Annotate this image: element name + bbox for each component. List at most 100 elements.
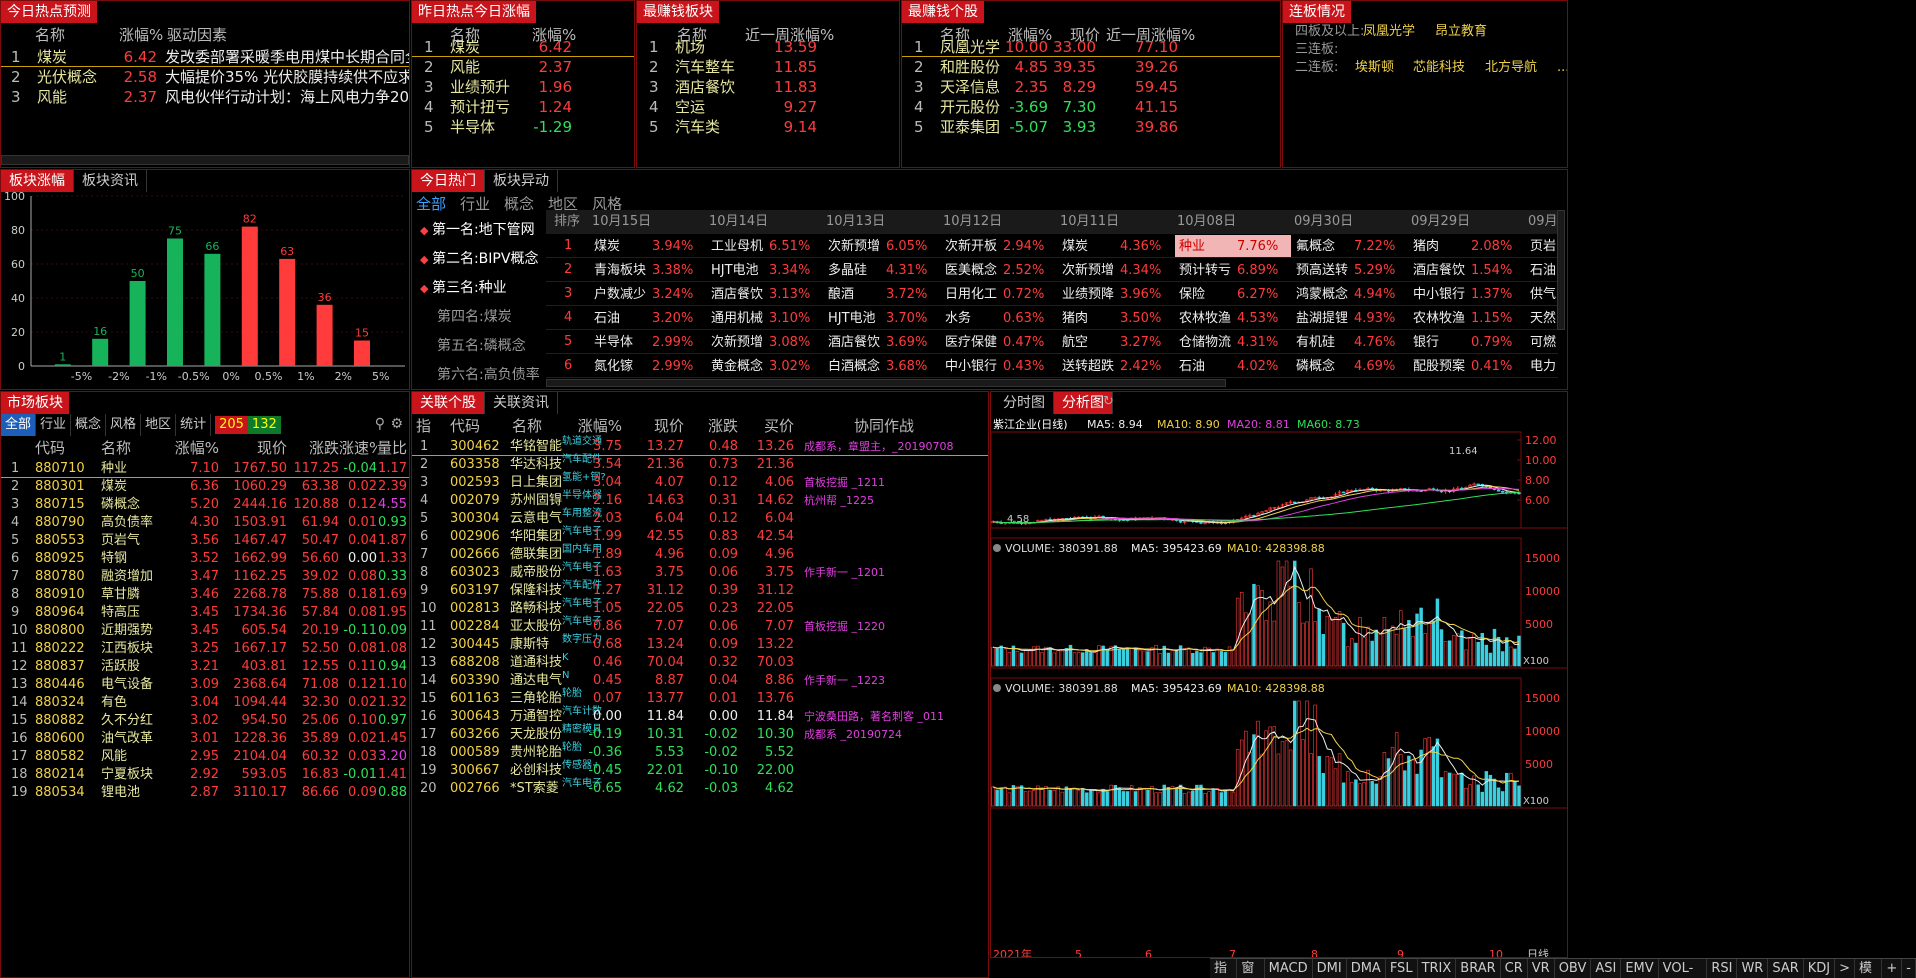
tab-sector-move[interactable]: 板块异动 — [485, 170, 558, 192]
list-item[interactable]: 1 凤凰光学 10.00 33.00 77.10 — [902, 37, 1280, 57]
list-item[interactable]: 2 光伏概念 2.58 大幅提价35% 光伏胶膜持续供不应求 — [1, 67, 409, 87]
indicator-tab[interactable]: - — [1902, 959, 1916, 978]
col-rank[interactable]: 排序 — [554, 210, 580, 234]
hot-cell[interactable]: 中小银行 1.37% — [1409, 283, 1525, 305]
list-item[interactable]: 5 半导体 -1.29 — [412, 117, 634, 137]
hot-cell[interactable]: 有机硅 4.76% — [1292, 331, 1408, 353]
indicator-tab[interactable]: + — [1882, 959, 1903, 978]
hot-cell[interactable]: HJT电池 3.70% — [824, 307, 940, 329]
col-index[interactable]: 指 — [416, 414, 431, 438]
tab-3[interactable]: 风格 — [106, 414, 142, 436]
indicator-tab[interactable]: 窗口 — [1237, 959, 1265, 978]
table-row[interactable]: 19 880534 锂电池 2.87 3110.17 86.66 0.09 0.88 — [1, 784, 409, 802]
tab-0[interactable]: 全部 — [1, 414, 37, 436]
tab-related-stocks[interactable]: 关联个股 — [412, 392, 485, 414]
indicator-tab[interactable]: BRAR — [1456, 959, 1501, 978]
hot-cell[interactable]: 通用机械 3.10% — [707, 307, 823, 329]
hot-cell[interactable]: 次新预增 4.34% — [1058, 259, 1174, 281]
col-price[interactable]: 现价 — [219, 436, 287, 460]
table-row[interactable]: 2 603358 华达科技 汽车配件 3.54 21.36 0.73 21.36 — [412, 454, 988, 474]
table-row[interactable]: 5 880553 页岩气 3.56 1467.47 50.47 0.04 1.87 — [1, 532, 409, 550]
table-row[interactable]: 4 880790 高负债率 4.30 1503.91 61.94 0.01 0.93 — [1, 514, 409, 532]
indicator-tab[interactable]: WR — [1737, 959, 1769, 978]
table-row[interactable]: 18 880214 宁夏板块 2.92 593.05 16.83 -0.01 1.41 — [1, 766, 409, 784]
indicator-tab[interactable]: EMV — [1621, 959, 1659, 978]
rank-item[interactable]: 第五名:磷概念 — [420, 332, 546, 361]
rank-item[interactable]: ◆ 第二名:BIPV概念 — [420, 245, 546, 274]
indicator-tab[interactable]: KDJ — [1804, 959, 1836, 978]
stock-link[interactable]: 埃斯顿 — [1355, 59, 1394, 77]
list-item[interactable]: 2 风能 2.37 — [412, 57, 634, 77]
indicator-tab[interactable]: ASI — [1591, 959, 1622, 978]
indicator-tab[interactable]: VOL-TDX — [1659, 959, 1708, 978]
table-row[interactable]: 19 300667 必创科技 传感器+ -0.45 22.01 -0.10 22.00 — [412, 760, 988, 780]
rank-item[interactable]: ◆ 第一名:地下管网 — [420, 216, 546, 245]
refresh-icon[interactable]: ↻ — [1103, 394, 1114, 409]
table-row[interactable]: 12 300445 康斯特 数字压力 0.68 13.24 0.09 13.22 — [412, 634, 988, 654]
hot-cell[interactable]: 日用化工 0.72% — [941, 283, 1057, 305]
table-row[interactable]: 6 880925 特钢 3.52 1662.99 56.60 0.00 1.33 — [1, 550, 409, 568]
table-row[interactable]: 5 300304 云意电气 车用整流 2.03 6.04 0.12 6.04 — [412, 508, 988, 528]
date-col[interactable]: 10月11日 — [1060, 210, 1119, 234]
kline-chart[interactable]: 紫江企业(日线) MA5: 8.94 MA10: 8.90 MA20: 8.81 MA6… — [991, 414, 1567, 958]
indicator-tab[interactable]: VR — [1528, 959, 1555, 978]
date-col[interactable]: 10月14日 — [709, 210, 768, 234]
hot-cell[interactable]: 鸿蒙概念 4.94% — [1292, 283, 1408, 305]
table-row[interactable]: 10 880800 近期强势 3.45 605.54 20.19 -0.11 0.09 — [1, 622, 409, 640]
hot-cell[interactable]: 种业 7.76% — [1175, 235, 1291, 257]
hot-cell[interactable]: 多晶硅 4.31% — [824, 259, 940, 281]
stock-link[interactable]: 凤凰光学 — [1363, 23, 1415, 41]
hot-cell[interactable]: 农林牧渔 4.53% — [1175, 307, 1291, 329]
hot-cell[interactable]: 供气 — [1526, 283, 1558, 305]
tab-sector-news[interactable]: 板块资讯 — [74, 170, 147, 192]
hot-cell[interactable]: 中小银行 0.43% — [941, 355, 1057, 377]
hot-cell[interactable]: 电力 — [1526, 355, 1558, 377]
list-item[interactable]: 4 空运 9.27 — [637, 97, 899, 117]
horizontal-scrollbar[interactable] — [1, 155, 409, 165]
col-change[interactable]: 涨跌 — [684, 414, 738, 438]
hot-cell[interactable]: 业绩预降 3.96% — [1058, 283, 1174, 305]
col-name[interactable]: 名称 — [101, 436, 131, 460]
hot-cell[interactable]: 可燃 — [1526, 331, 1558, 353]
hot-cell[interactable]: 石油 4.02% — [1175, 355, 1291, 377]
stock-link[interactable]: ... — [1557, 59, 1567, 77]
hot-cell[interactable]: 酿酒 3.72% — [824, 283, 940, 305]
table-row[interactable]: 17 880582 风能 2.95 2104.04 60.32 0.03 3.20 — [1, 748, 409, 766]
stock-link[interactable]: 北方导航 — [1485, 59, 1537, 77]
list-item[interactable]: 4 预计扭亏 1.24 — [412, 97, 634, 117]
date-col[interactable]: 10月08日 — [1177, 210, 1236, 234]
hot-cell[interactable]: 天然 — [1526, 307, 1558, 329]
table-row[interactable]: 8 603023 威帝股份 汽车电子 1.63 3.75 0.06 3.75 作手新一 _120… — [412, 562, 988, 582]
hot-cell[interactable]: 航空 3.27% — [1058, 331, 1174, 353]
indicator-tab[interactable]: TRIX — [1418, 959, 1457, 978]
hot-cell[interactable]: 页岩 — [1526, 235, 1558, 257]
tab-5[interactable]: 统计 — [176, 414, 212, 436]
hot-cell[interactable]: 石油 — [1526, 259, 1558, 281]
table-row[interactable]: 18 000589 贵州轮胎 轮胎 -0.36 5.53 -0.02 5.52 — [412, 742, 988, 762]
hot-cell[interactable]: 黄金概念 3.02% — [707, 355, 823, 377]
date-col[interactable]: 10月13日 — [826, 210, 885, 234]
tab-intraday[interactable]: 分时图 — [995, 392, 1054, 414]
table-row[interactable]: 15 601163 三角轮胎 轮胎 0.07 13.77 0.01 13.76 — [412, 688, 988, 708]
hot-cell[interactable]: 酒店餐饮 3.13% — [707, 283, 823, 305]
hot-cell[interactable]: 氮化镓 2.99% — [590, 355, 706, 377]
hot-cell[interactable]: 磷概念 4.69% — [1292, 355, 1408, 377]
col-name[interactable]: 名称 — [512, 414, 542, 438]
hot-cell[interactable]: 青海板块 3.38% — [590, 259, 706, 281]
indicator-tab[interactable]: OBV — [1555, 959, 1592, 978]
indicator-tab[interactable]: 指标 — [1210, 959, 1238, 978]
list-item[interactable]: 3 风能 2.37 风电伙伴行动计划：海上风电力争2024年全 — [1, 87, 409, 107]
indicator-tab[interactable]: DMA — [1347, 959, 1386, 978]
col-change[interactable]: 涨跌 — [287, 436, 339, 460]
hot-cell[interactable]: 次新预增 6.05% — [824, 235, 940, 257]
col-speed[interactable]: 涨速% — [339, 436, 377, 460]
table-row[interactable]: 7 880780 融资增加 3.47 1162.25 39.02 0.08 0.33 — [1, 568, 409, 586]
list-item[interactable]: 4 开元股份 -3.69 7.30 41.15 — [902, 97, 1280, 117]
table-row[interactable]: 8 880910 草甘膦 3.46 2268.78 75.88 0.18 1.69 — [1, 586, 409, 604]
hot-cell[interactable]: 保险 6.27% — [1175, 283, 1291, 305]
hot-cell[interactable]: 氟概念 7.22% — [1292, 235, 1408, 257]
hot-cell[interactable]: 酒店餐饮 1.54% — [1409, 259, 1525, 281]
hot-cell[interactable]: 银行 0.79% — [1409, 331, 1525, 353]
hot-cell[interactable]: 猪肉 3.50% — [1058, 307, 1174, 329]
list-item[interactable]: 2 汽车整车 11.85 — [637, 57, 899, 77]
